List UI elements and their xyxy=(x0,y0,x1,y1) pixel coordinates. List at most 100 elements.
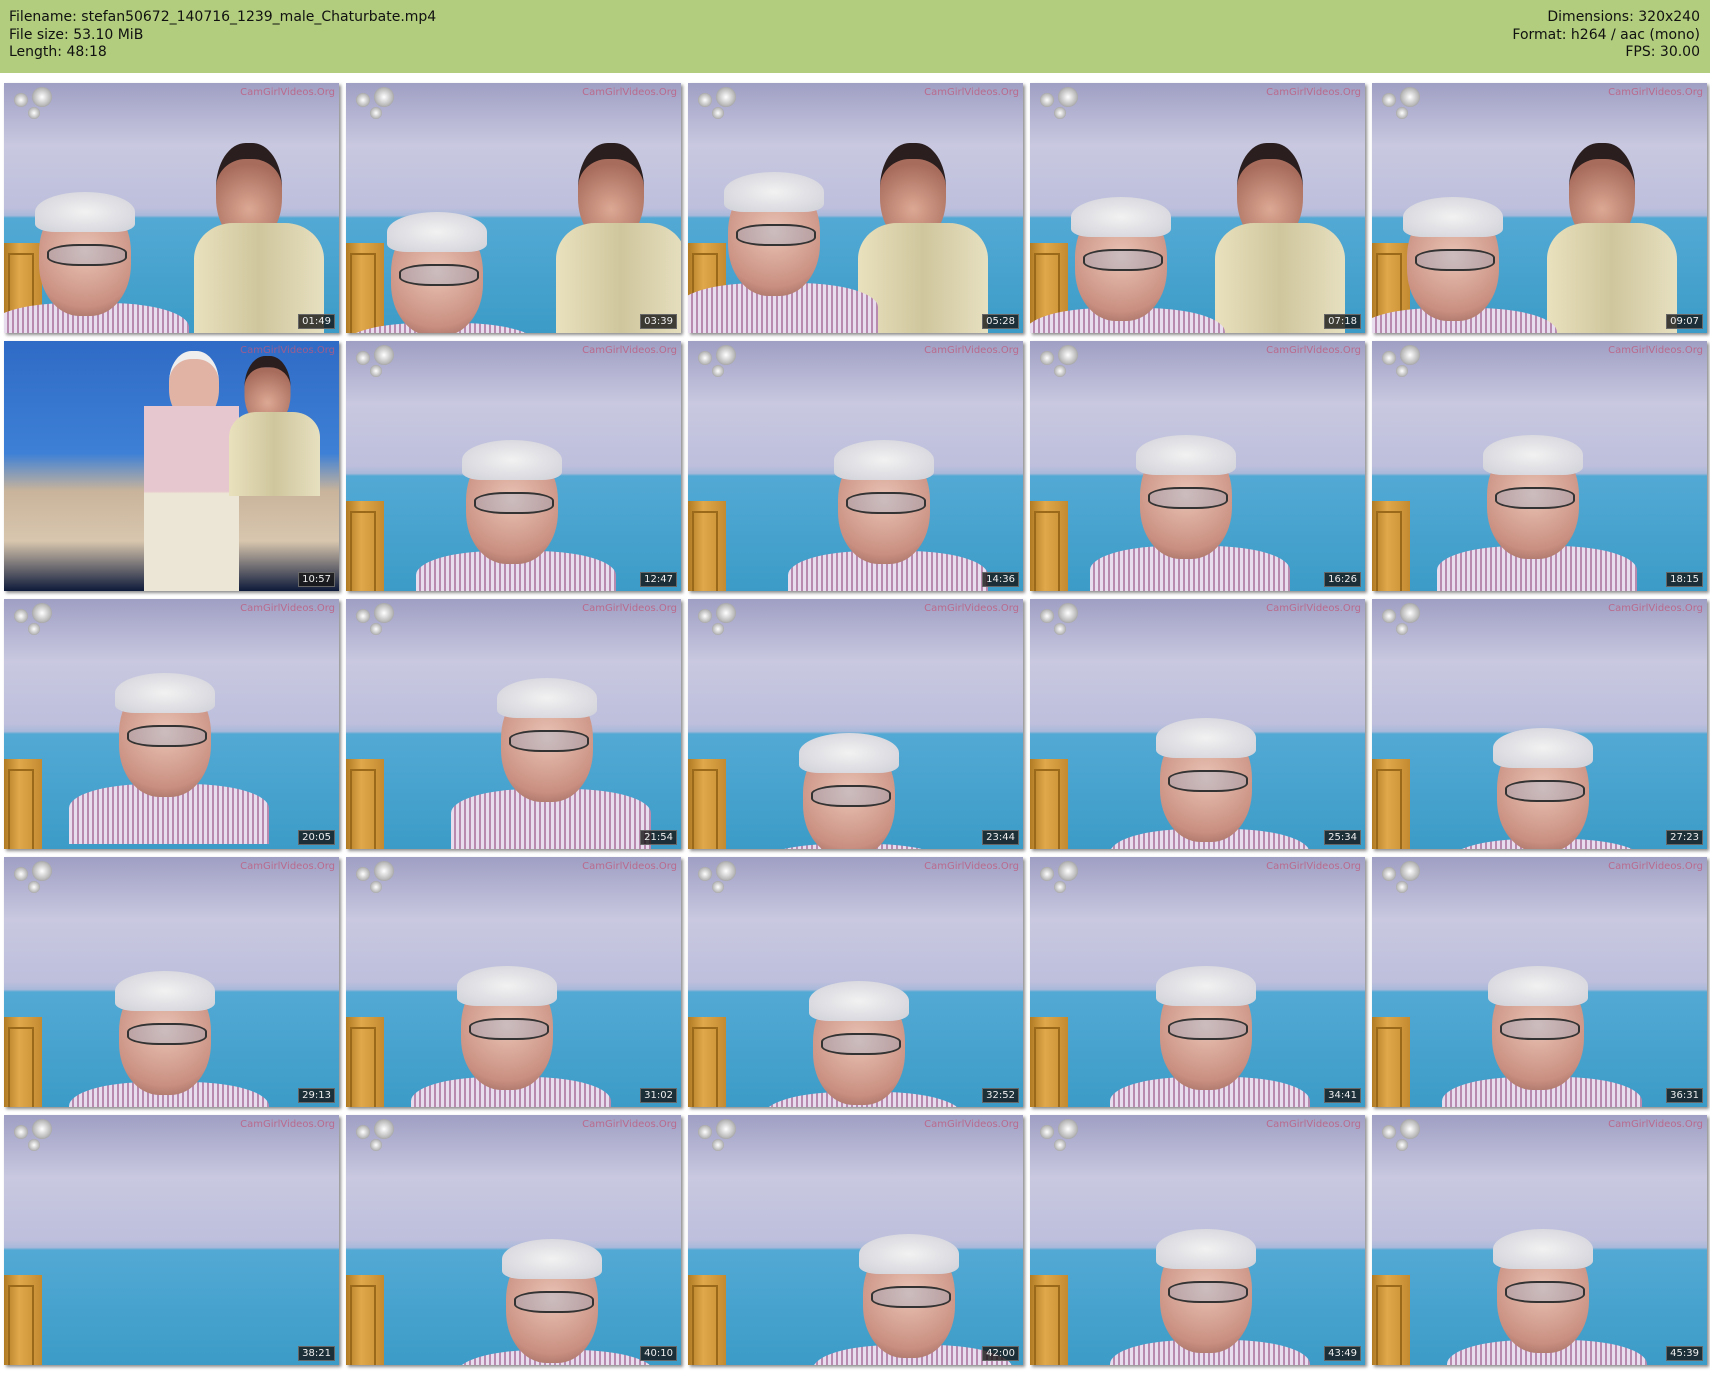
timestamp: 14:36 xyxy=(982,572,1019,587)
timestamp: 34:41 xyxy=(1324,1088,1361,1103)
furniture xyxy=(688,759,726,849)
file-info-right: Dimensions: 320x240 Format: h264 / aac (… xyxy=(1512,9,1700,62)
video-thumbnail[interactable]: CamGirlVideos.Org 14:36 xyxy=(688,341,1023,591)
man-face xyxy=(1156,718,1256,842)
format: Format: h264 / aac (mono) xyxy=(1512,26,1700,43)
furniture xyxy=(688,1275,726,1365)
timestamp: 21:54 xyxy=(640,830,677,845)
video-thumbnail[interactable]: CamGirlVideos.Org 18:15 xyxy=(1372,341,1707,591)
timestamp: 25:34 xyxy=(1324,830,1361,845)
video-thumbnail[interactable]: CamGirlVideos.Org 12:47 xyxy=(346,341,681,591)
man-body xyxy=(144,406,239,591)
video-thumbnail[interactable]: CamGirlVideos.Org 21:54 xyxy=(346,599,681,849)
watermark: CamGirlVideos.Org xyxy=(1266,861,1361,872)
file-size: File size: 53.10 MiB xyxy=(9,26,144,43)
watermark: CamGirlVideos.Org xyxy=(1266,87,1361,98)
video-thumbnail[interactable]: CamGirlVideos.Org 25:34 xyxy=(1030,599,1365,849)
video-thumbnail[interactable]: CamGirlVideos.Org 42:00 xyxy=(688,1115,1023,1365)
lamp xyxy=(1382,603,1422,637)
watermark: CamGirlVideos.Org xyxy=(1266,345,1361,356)
timestamp: 38:21 xyxy=(298,1346,335,1361)
video-thumbnail[interactable]: CamGirlVideos.Org 38:21 xyxy=(4,1115,339,1365)
man-face xyxy=(1488,966,1588,1090)
watermark: CamGirlVideos.Org xyxy=(924,87,1019,98)
man-face xyxy=(724,172,824,296)
video-thumbnail[interactable]: CamGirlVideos.Org 09:07 xyxy=(1372,83,1707,333)
man-face xyxy=(387,212,487,333)
man-face xyxy=(457,966,557,1090)
lamp xyxy=(1382,345,1422,379)
lamp xyxy=(1382,861,1422,895)
video-thumbnail[interactable]: CamGirlVideos.Org 05:28 xyxy=(688,83,1023,333)
furniture xyxy=(1030,759,1068,849)
furniture xyxy=(688,1017,726,1107)
video-thumbnail[interactable]: CamGirlVideos.Org 45:39 xyxy=(1372,1115,1707,1365)
lamp xyxy=(1040,1119,1080,1153)
furniture xyxy=(4,759,42,849)
thumbnail-grid: CamGirlVideos.Org 01:49 CamGirlVideos.Org 0… xyxy=(4,83,1707,1365)
video-thumbnail[interactable]: CamGirlVideos.Org 31:02 xyxy=(346,857,681,1107)
video-thumbnail[interactable]: CamGirlVideos.Org 03:39 xyxy=(346,83,681,333)
watermark: CamGirlVideos.Org xyxy=(582,345,677,356)
man-face xyxy=(502,1239,602,1363)
woman-figure xyxy=(229,356,320,496)
watermark: CamGirlVideos.Org xyxy=(582,861,677,872)
watermark: CamGirlVideos.Org xyxy=(240,603,335,614)
video-thumbnail[interactable]: CamGirlVideos.Org 32:52 xyxy=(688,857,1023,1107)
timestamp: 31:02 xyxy=(640,1088,677,1103)
lamp xyxy=(356,87,396,121)
video-thumbnail[interactable]: CamGirlVideos.Org 23:44 xyxy=(688,599,1023,849)
file-info-left: Filename: stefan50672_140716_1239_male_C… xyxy=(9,9,436,62)
timestamp: 43:49 xyxy=(1324,1346,1361,1361)
woman-figure xyxy=(1215,143,1345,333)
furniture xyxy=(4,1275,42,1365)
furniture xyxy=(1372,759,1410,849)
watermark: CamGirlVideos.Org xyxy=(240,861,335,872)
man-face xyxy=(1403,197,1503,321)
timestamp: 45:39 xyxy=(1666,1346,1703,1361)
furniture xyxy=(346,243,384,333)
watermark: CamGirlVideos.Org xyxy=(582,87,677,98)
watermark: CamGirlVideos.Org xyxy=(1608,345,1703,356)
video-thumbnail[interactable]: CamGirlVideos.Org 40:10 xyxy=(346,1115,681,1365)
watermark: CamGirlVideos.Org xyxy=(924,345,1019,356)
furniture xyxy=(1030,1017,1068,1107)
watermark: CamGirlVideos.Org xyxy=(582,603,677,614)
furniture xyxy=(688,501,726,591)
watermark: CamGirlVideos.Org xyxy=(1608,603,1703,614)
video-thumbnail[interactable]: CamGirlVideos.Org 43:49 xyxy=(1030,1115,1365,1365)
watermark: CamGirlVideos.Org xyxy=(240,87,335,98)
man-face xyxy=(1156,966,1256,1090)
timestamp: 16:26 xyxy=(1324,572,1361,587)
length: Length: 48:18 xyxy=(9,44,107,60)
video-thumbnail[interactable]: CamGirlVideos.Org 20:05 xyxy=(4,599,339,849)
man-face xyxy=(799,733,899,849)
video-thumbnail[interactable]: CamGirlVideos.Org 10:57 xyxy=(4,341,339,591)
video-thumbnail[interactable]: CamGirlVideos.Org 34:41 xyxy=(1030,857,1365,1107)
lamp xyxy=(1382,1119,1422,1153)
man-face xyxy=(462,440,562,564)
timestamp: 18:15 xyxy=(1666,572,1703,587)
lamp xyxy=(1040,87,1080,121)
timestamp: 10:57 xyxy=(298,572,335,587)
lamp xyxy=(14,603,54,637)
timestamp: 07:18 xyxy=(1324,314,1361,329)
woman-figure xyxy=(556,143,681,333)
timestamp: 23:44 xyxy=(982,830,1019,845)
video-thumbnail[interactable]: CamGirlVideos.Org 29:13 xyxy=(4,857,339,1107)
lamp xyxy=(1040,345,1080,379)
video-thumbnail[interactable]: CamGirlVideos.Org 07:18 xyxy=(1030,83,1365,333)
video-thumbnail[interactable]: CamGirlVideos.Org 36:31 xyxy=(1372,857,1707,1107)
furniture xyxy=(346,1017,384,1107)
lamp xyxy=(356,1119,396,1153)
timestamp: 36:31 xyxy=(1666,1088,1703,1103)
man-face xyxy=(497,678,597,802)
video-thumbnail[interactable]: CamGirlVideos.Org 16:26 xyxy=(1030,341,1365,591)
watermark: CamGirlVideos.Org xyxy=(924,1119,1019,1130)
video-thumbnail[interactable]: CamGirlVideos.Org 27:23 xyxy=(1372,599,1707,849)
video-thumbnail[interactable]: CamGirlVideos.Org 01:49 xyxy=(4,83,339,333)
man-face xyxy=(1071,197,1171,321)
watermark: CamGirlVideos.Org xyxy=(1608,1119,1703,1130)
man-face xyxy=(35,192,135,316)
timestamp: 03:39 xyxy=(640,314,677,329)
